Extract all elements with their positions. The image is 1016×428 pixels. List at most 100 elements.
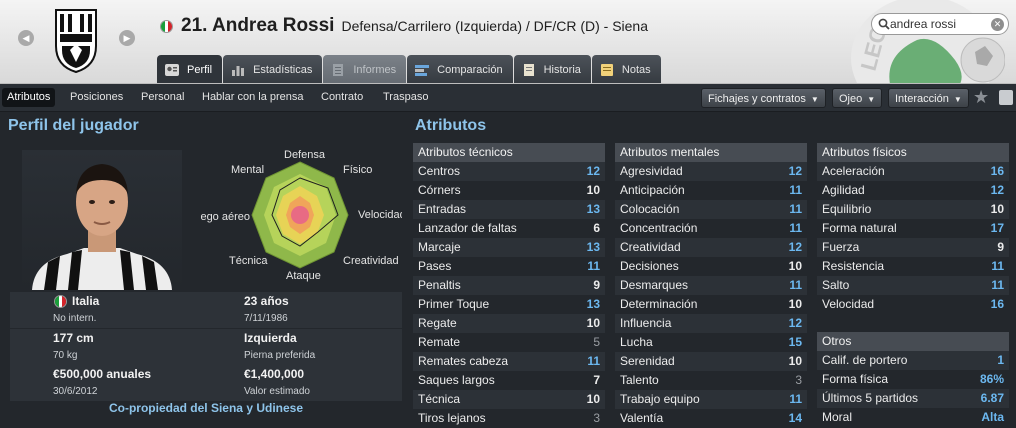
attribute-row[interactable]: Fuerza 9	[817, 238, 1009, 257]
attribute-row[interactable]: Entradas 13	[413, 200, 605, 219]
transfers-contracts-dropdown[interactable]: Fichajes y contratos ▼	[701, 88, 826, 108]
subnav-prensa[interactable]: Hablar con la prensa	[197, 88, 309, 107]
tab-estadisticas[interactable]: Estadísticas	[223, 55, 323, 83]
attribute-row[interactable]: Equilibrio 10	[817, 200, 1009, 219]
attribute-row[interactable]: Concentración 11	[615, 219, 807, 238]
attribute-row[interactable]: Valentía 14	[615, 409, 807, 428]
attribute-row[interactable]: Marcaje 13	[413, 238, 605, 257]
chevron-right-icon[interactable]: ▶	[119, 30, 135, 46]
attribute-row[interactable]: Moral Alta	[817, 408, 1009, 427]
attribute-value: 10	[586, 392, 600, 406]
attribute-row[interactable]: Colocación 11	[615, 200, 807, 219]
player-position-club: Defensa/Carrilero (Izquierda) / DF/CR (D…	[341, 18, 648, 34]
attribute-name: Córners	[418, 183, 461, 197]
attribute-value: 16	[990, 164, 1004, 178]
attribute-value: 10	[586, 316, 600, 330]
attribute-row[interactable]: Últimos 5 partidos 6.87	[817, 389, 1009, 408]
note-icon[interactable]	[999, 90, 1013, 105]
attribute-row[interactable]: Influencia 12	[615, 314, 807, 333]
attribute-row[interactable]: Córners 10	[413, 181, 605, 200]
attribute-row[interactable]: Salto 11	[817, 276, 1009, 295]
subnav-atributos[interactable]: Atributos	[2, 88, 56, 107]
info-row-nationality-age: Italia No intern. 23 años 7/11/1986	[10, 292, 402, 328]
attribute-name: Pases	[418, 259, 452, 273]
attribute-row[interactable]: Decisiones 10	[615, 257, 807, 276]
attribute-name: Velocidad	[822, 297, 875, 311]
search-icon	[878, 18, 890, 30]
star-icon[interactable]: ★	[973, 87, 989, 108]
tab-label: Comparación	[437, 63, 503, 76]
attribute-row[interactable]: Anticipación 11	[615, 181, 807, 200]
search-box[interactable]: ✕	[871, 13, 1009, 35]
attribute-value: 11	[587, 259, 600, 273]
attribute-row[interactable]: Velocidad 16	[817, 295, 1009, 314]
attribute-row[interactable]: Forma natural 17	[817, 219, 1009, 238]
attribute-row[interactable]: Resistencia 11	[817, 257, 1009, 276]
attribute-row[interactable]: Talento 3	[615, 371, 807, 390]
nationality-label: Italia	[72, 294, 100, 308]
attribute-name: Agresividad	[620, 164, 683, 178]
attribute-row[interactable]: Aceleración 16	[817, 162, 1009, 181]
caret-down-icon: ▼	[953, 95, 962, 104]
attribute-row[interactable]: Agresividad 12	[615, 162, 807, 181]
player-header: ◀ ▶ 21. Andrea Rossi Defensa/Carrilero (…	[0, 0, 1016, 84]
player-photo	[22, 150, 182, 290]
clear-search-icon[interactable]: ✕	[991, 17, 1004, 31]
tab-perfil[interactable]: Perfil	[157, 55, 223, 83]
attribute-row[interactable]: Agilidad 12	[817, 181, 1009, 200]
subnav-traspaso[interactable]: Traspaso	[378, 88, 433, 107]
attribute-value: 5	[593, 335, 600, 349]
radar-label-juego-aereo: Juego aéreo	[200, 211, 250, 223]
chevron-left-icon[interactable]: ◀	[18, 30, 34, 46]
attribute-row[interactable]: Trabajo equipo 11	[615, 390, 807, 409]
tab-label: Perfil	[187, 63, 213, 76]
attribute-value: 13	[586, 202, 600, 216]
tab-informes[interactable]: Informes	[323, 55, 407, 83]
attribute-row[interactable]: Saques largos 7	[413, 371, 605, 390]
attribute-row[interactable]: Lucha 15	[615, 333, 807, 352]
ownership-note[interactable]: Co-propiedad del Siena y Udinese	[10, 401, 402, 415]
other-attributes-table: Otros Calif. de portero 1 Forma física 86% Ú…	[817, 332, 1009, 427]
attribute-row[interactable]: Tiros lejanos 3	[413, 409, 605, 428]
preferred-foot: Izquierda	[244, 331, 297, 345]
attribute-row[interactable]: Calif. de portero 1	[817, 351, 1009, 370]
attribute-row[interactable]: Determinación 10	[615, 295, 807, 314]
attribute-row[interactable]: Centros 12	[413, 162, 605, 181]
info-row-height-foot: 177 cm 70 kg Izquierda Pierna preferida	[10, 329, 402, 365]
club-crest[interactable]	[52, 6, 100, 74]
tab-historia[interactable]: Historia	[513, 55, 591, 83]
interaction-dropdown[interactable]: Interacción ▼	[888, 88, 969, 108]
attribute-name: Colocación	[620, 202, 680, 216]
attribute-row[interactable]: Pases 11	[413, 257, 605, 276]
contract-end: 30/6/2012	[53, 386, 98, 397]
attribute-name: Moral	[822, 410, 853, 424]
search-input[interactable]	[890, 17, 991, 31]
attribute-row[interactable]: Remate 5	[413, 333, 605, 352]
subnav-posiciones[interactable]: Posiciones	[65, 88, 128, 107]
attribute-row[interactable]: Técnica 10	[413, 390, 605, 409]
attribute-row[interactable]: Primer Toque 13	[413, 295, 605, 314]
scouting-dropdown[interactable]: Ojeo ▼	[832, 88, 883, 108]
tab-comparacion[interactable]: Comparación	[407, 55, 513, 83]
attribute-value: 11	[587, 354, 600, 368]
attribute-name: Tiros lejanos	[418, 411, 486, 425]
attribute-row[interactable]: Lanzador de faltas 6	[413, 219, 605, 238]
attribute-name: Salto	[822, 278, 850, 292]
attribute-value: 86%	[979, 372, 1004, 386]
attribute-value: 15	[788, 335, 802, 349]
attribute-row[interactable]: Regate 10	[413, 314, 605, 333]
tab-notas[interactable]: Notas	[591, 55, 661, 83]
attribute-name: Fuerza	[822, 240, 860, 254]
subnav-personal[interactable]: Personal	[136, 88, 189, 107]
dropdown-label: Fichajes y contratos	[708, 93, 806, 105]
attribute-row[interactable]: Penaltis 9	[413, 276, 605, 295]
subnav-contrato[interactable]: Contrato	[316, 88, 368, 107]
attribute-row[interactable]: Remates cabeza 11	[413, 352, 605, 371]
mental-rows: Agresividad 12 Anticipación 11 Colocación 11 C…	[615, 162, 807, 428]
attribute-value: Alta	[981, 410, 1004, 424]
attribute-row[interactable]: Desmarques 11	[615, 276, 807, 295]
attribute-value: 9	[593, 278, 600, 292]
attribute-row[interactable]: Creatividad 12	[615, 238, 807, 257]
attribute-row[interactable]: Forma física 86%	[817, 370, 1009, 389]
attribute-row[interactable]: Serenidad 10	[615, 352, 807, 371]
